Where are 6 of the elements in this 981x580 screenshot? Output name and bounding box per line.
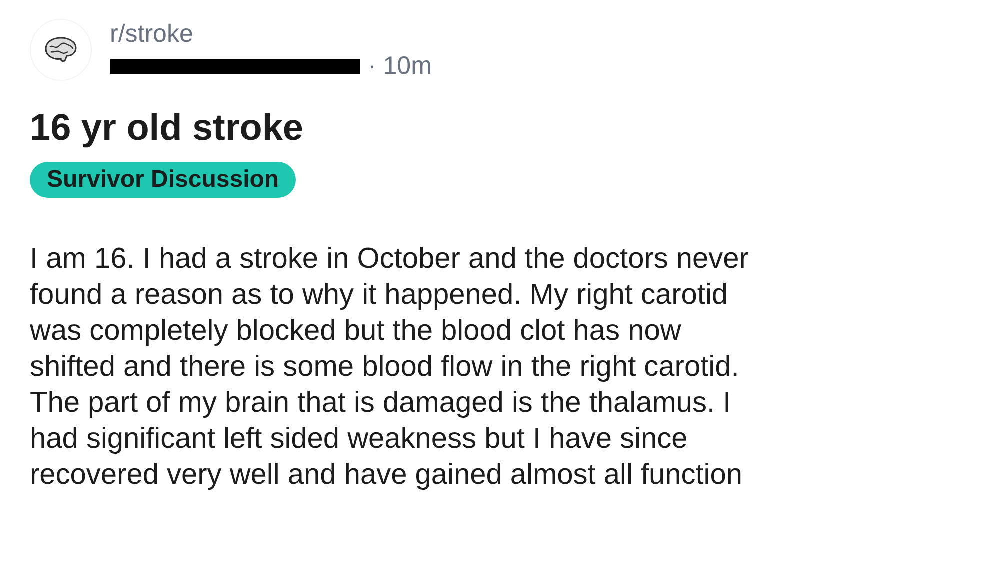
subreddit-name[interactable]: r/stroke	[110, 18, 432, 50]
post-title: 16 yr old stroke	[30, 106, 305, 150]
post-body: I am 16. I had a stroke in October and the doctors never found a reason as to why it happened. My right carotid was completely blocked but the blood clot has now shifted and there is some blood flow in the right carotid. The part of my brain that is damaged is the thalamus. I had significant left sided weakness but I have since recovered very well and have gained almost all function	[30, 242, 750, 493]
flair-tag[interactable]: Survivor Discussion	[30, 162, 296, 198]
subreddit-avatar[interactable]	[30, 19, 92, 81]
post-age: · 10m	[368, 51, 432, 82]
